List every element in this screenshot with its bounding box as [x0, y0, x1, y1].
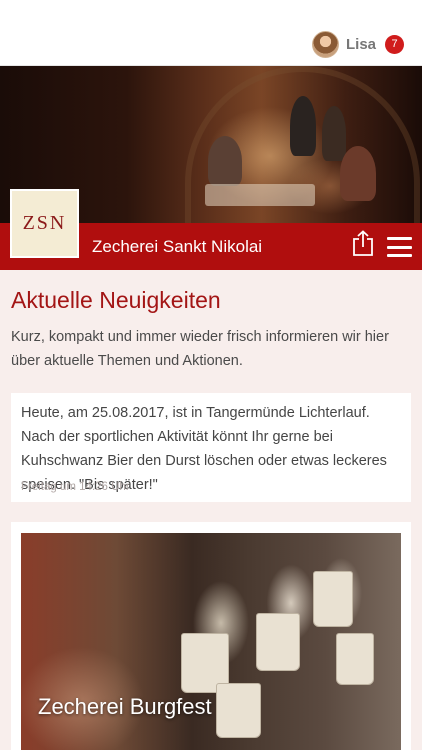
hero-figure: [340, 146, 376, 201]
hero-figure: [290, 96, 316, 156]
logo-text: ZSN: [22, 212, 67, 234]
event-title: Zecherei Burgfest: [38, 694, 212, 719]
avatar[interactable]: [311, 30, 339, 58]
notification-badge[interactable]: 7: [385, 34, 404, 54]
section-title: Aktuelle Neuigkeiten: [11, 287, 221, 313]
event-card[interactable]: Zecherei Burgfest: [11, 522, 411, 750]
user-name[interactable]: Lisa: [346, 36, 376, 53]
brand-logo[interactable]: ZSN: [10, 189, 79, 258]
top-bar: Lisa 7: [0, 0, 422, 66]
event-mug: [336, 633, 374, 685]
brand-title: Zecherei Sankt Nikolai: [92, 237, 263, 256]
event-mug: [256, 613, 300, 671]
section-description: Kurz, kompakt und immer wieder frisch in…: [11, 329, 389, 369]
share-icon[interactable]: [352, 230, 374, 256]
news-card[interactable]: Heute, am 25.08.2017, ist in Tangermünde…: [11, 393, 411, 502]
hero-figure: [322, 106, 346, 161]
hero-figure: [208, 136, 242, 186]
hero-table: [205, 184, 315, 206]
user-profile[interactable]: Lisa 7: [311, 29, 404, 59]
hamburger-menu-icon[interactable]: [387, 237, 412, 257]
news-timestamp: Freitag um 14:26 Uhr: [21, 481, 130, 493]
event-mug: [216, 683, 261, 738]
event-mug: [313, 571, 353, 627]
